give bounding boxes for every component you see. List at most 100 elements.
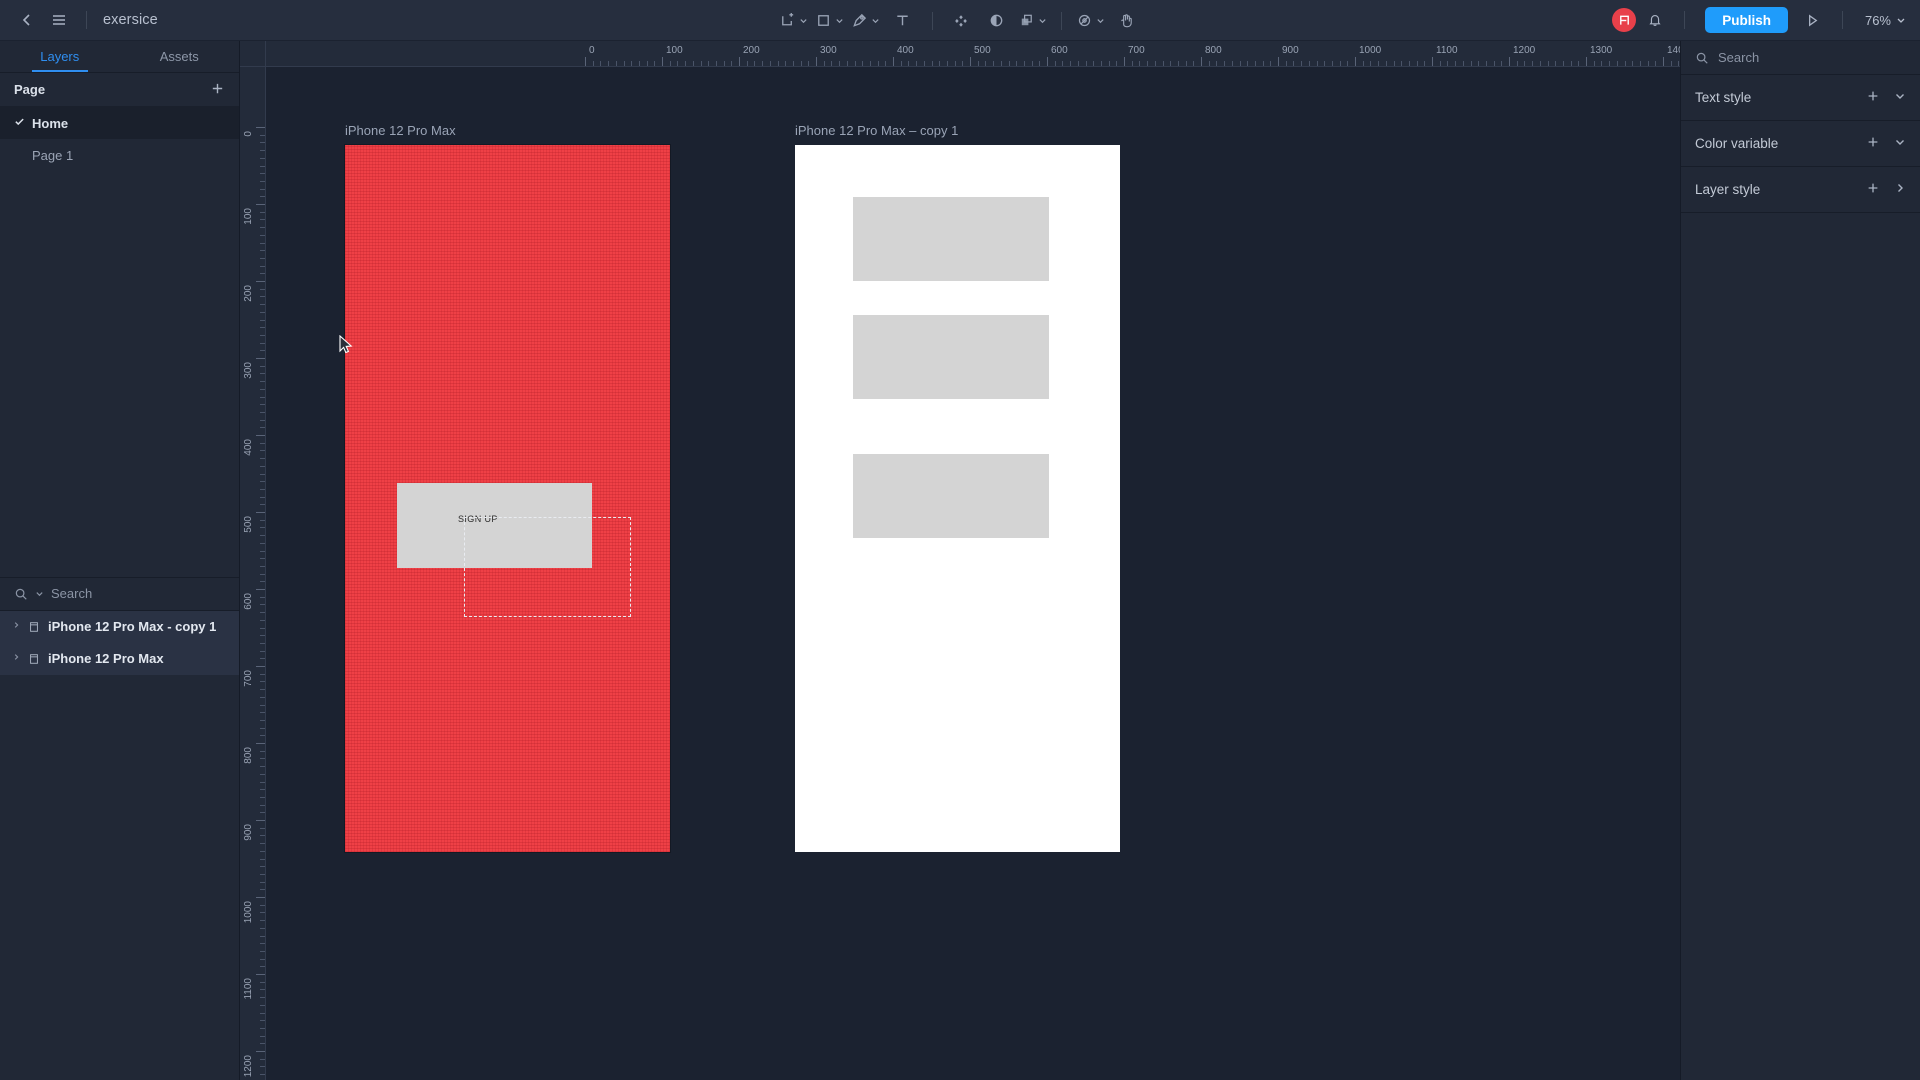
canvas-area[interactable]: 0 100 200 300 400 500 600 700 800 900 1000 1100 1200… bbox=[240, 41, 1680, 1080]
zoom-control[interactable]: 76% bbox=[1865, 13, 1906, 28]
user-avatar-logo[interactable] bbox=[1612, 8, 1637, 32]
right-sidebar: Search Text style Color variable Layer s… bbox=[1680, 41, 1920, 1080]
ruler-tick-minor bbox=[260, 381, 265, 383]
plus-icon[interactable] bbox=[1866, 135, 1880, 152]
ruler-tick-minor bbox=[260, 804, 265, 806]
ruler-tick-minor bbox=[1485, 61, 1487, 66]
ruler-tick-minor bbox=[1231, 61, 1233, 66]
tab-assets[interactable]: Assets bbox=[120, 41, 240, 72]
horizontal-ruler[interactable]: 0 100 200 300 400 500 600 700 800 900 1000 1100 1200… bbox=[266, 41, 1680, 67]
component-tool[interactable] bbox=[944, 6, 978, 36]
ruler-tick-minor bbox=[260, 1043, 265, 1045]
chevron-down-icon bbox=[36, 592, 43, 597]
section-color-variable[interactable]: Color variable bbox=[1681, 121, 1920, 167]
ruler-label: 700 bbox=[1128, 45, 1145, 56]
shape-tool[interactable] bbox=[812, 6, 847, 36]
ruler-tick-minor bbox=[646, 61, 648, 66]
ruler-tick bbox=[256, 358, 265, 359]
ruler-tick-minor bbox=[260, 173, 265, 175]
bell-icon[interactable] bbox=[1640, 5, 1670, 35]
hamburger-menu-icon[interactable] bbox=[44, 5, 74, 35]
ruler-label: 400 bbox=[897, 45, 914, 56]
toolbar-divider bbox=[86, 11, 87, 29]
frame-tool[interactable] bbox=[776, 6, 811, 36]
ruler-tick-minor bbox=[260, 1027, 265, 1029]
ruler-tick-minor bbox=[260, 773, 265, 775]
ruler-tick-minor bbox=[1570, 61, 1572, 66]
ruler-label: 1200 bbox=[243, 1055, 254, 1078]
page-section-title: Page bbox=[14, 82, 46, 97]
section-label: Text style bbox=[1695, 90, 1752, 105]
ruler-tick-minor bbox=[260, 350, 265, 352]
page-item-label: Page 1 bbox=[32, 147, 74, 163]
chevron-right-icon[interactable] bbox=[1894, 182, 1906, 197]
artboard-1[interactable]: SIGN UP bbox=[345, 145, 670, 852]
ruler-tick-minor bbox=[692, 61, 694, 66]
ruler-tick-minor bbox=[1285, 61, 1287, 66]
ruler-tick-minor bbox=[939, 61, 941, 66]
ruler-tick-minor bbox=[685, 61, 687, 66]
layer-item-iphone-copy-1[interactable]: iPhone 12 Pro Max - copy 1 bbox=[0, 610, 239, 643]
placeholder-rect-1[interactable] bbox=[853, 197, 1049, 281]
chevron-left-icon[interactable] bbox=[12, 5, 42, 35]
ruler-tick-minor bbox=[1362, 61, 1364, 66]
ruler-tick-minor bbox=[260, 535, 265, 537]
ruler-label: 1100 bbox=[1436, 45, 1458, 56]
ruler-tick-minor bbox=[260, 573, 265, 575]
layer-item-iphone[interactable]: iPhone 12 Pro Max bbox=[0, 642, 239, 675]
styles-search-row[interactable]: Search bbox=[1681, 41, 1920, 75]
ruler-tick-minor bbox=[1562, 61, 1564, 66]
mouse-cursor bbox=[339, 334, 353, 355]
layer-search-row[interactable]: Search bbox=[0, 576, 239, 611]
ruler-tick-minor bbox=[260, 134, 265, 136]
ruler-label: 500 bbox=[243, 516, 254, 533]
ruler-tick-minor bbox=[260, 1066, 265, 1068]
plus-icon[interactable] bbox=[1866, 89, 1880, 106]
ruler-tick-minor bbox=[260, 827, 265, 829]
ruler-tick-minor bbox=[260, 296, 265, 298]
ruler-label: 300 bbox=[820, 45, 837, 56]
play-triangle-icon[interactable] bbox=[1798, 5, 1828, 35]
prototype-tool[interactable] bbox=[1073, 6, 1108, 36]
boolean-tool[interactable] bbox=[1015, 6, 1050, 36]
ruler-tick bbox=[256, 666, 265, 667]
chevron-right-icon[interactable] bbox=[12, 653, 20, 664]
sidebar-bottom-fill bbox=[0, 675, 239, 1080]
page-item-page1[interactable]: Page 1 bbox=[0, 139, 239, 171]
text-tool[interactable] bbox=[884, 6, 921, 36]
ruler-tick-minor bbox=[260, 889, 265, 891]
plus-icon[interactable] bbox=[1866, 181, 1880, 198]
ruler-tick-minor bbox=[260, 735, 265, 737]
mask-tool[interactable] bbox=[979, 6, 1014, 36]
section-actions bbox=[1866, 89, 1906, 106]
pen-tool[interactable] bbox=[848, 6, 883, 36]
artboard-2[interactable] bbox=[795, 145, 1120, 852]
chevron-right-icon[interactable] bbox=[12, 621, 20, 632]
tab-layers[interactable]: Layers bbox=[0, 41, 120, 72]
hand-tool[interactable] bbox=[1109, 6, 1144, 36]
placeholder-rect-2[interactable] bbox=[853, 315, 1049, 399]
ruler-tick-minor bbox=[1262, 61, 1264, 66]
section-text-style[interactable]: Text style bbox=[1681, 75, 1920, 121]
publish-button[interactable]: Publish bbox=[1705, 7, 1788, 33]
ruler-tick-minor bbox=[260, 465, 265, 467]
plus-icon[interactable] bbox=[210, 81, 225, 99]
document-title[interactable]: exersice bbox=[103, 12, 158, 28]
artboard-label[interactable]: iPhone 12 Pro Max bbox=[345, 123, 456, 138]
canvas-viewport[interactable]: iPhone 12 Pro Max SIGN UP iPhone 12 Pro Ma… bbox=[266, 67, 1680, 1080]
frame-icon bbox=[28, 653, 40, 665]
page-item-home[interactable]: Home bbox=[0, 107, 239, 139]
vertical-ruler[interactable]: 0 100 200 300 400 500 600 700 800 900 1000 1100 1200 bbox=[240, 67, 266, 1080]
placeholder-rect-3[interactable] bbox=[853, 454, 1049, 538]
chevron-down-icon[interactable] bbox=[1894, 136, 1906, 151]
selection-marquee[interactable] bbox=[464, 517, 631, 617]
artboard-label[interactable]: iPhone 12 Pro Max – copy 1 bbox=[795, 123, 958, 138]
ruler-tick-minor bbox=[1347, 61, 1349, 66]
ruler-tick-minor bbox=[1439, 61, 1441, 66]
chevron-down-icon[interactable] bbox=[1894, 90, 1906, 105]
ruler-tick-minor bbox=[846, 61, 848, 66]
section-layer-style[interactable]: Layer style bbox=[1681, 167, 1920, 213]
ruler-tick-minor bbox=[1524, 61, 1526, 66]
ruler-tick-minor bbox=[708, 61, 710, 66]
